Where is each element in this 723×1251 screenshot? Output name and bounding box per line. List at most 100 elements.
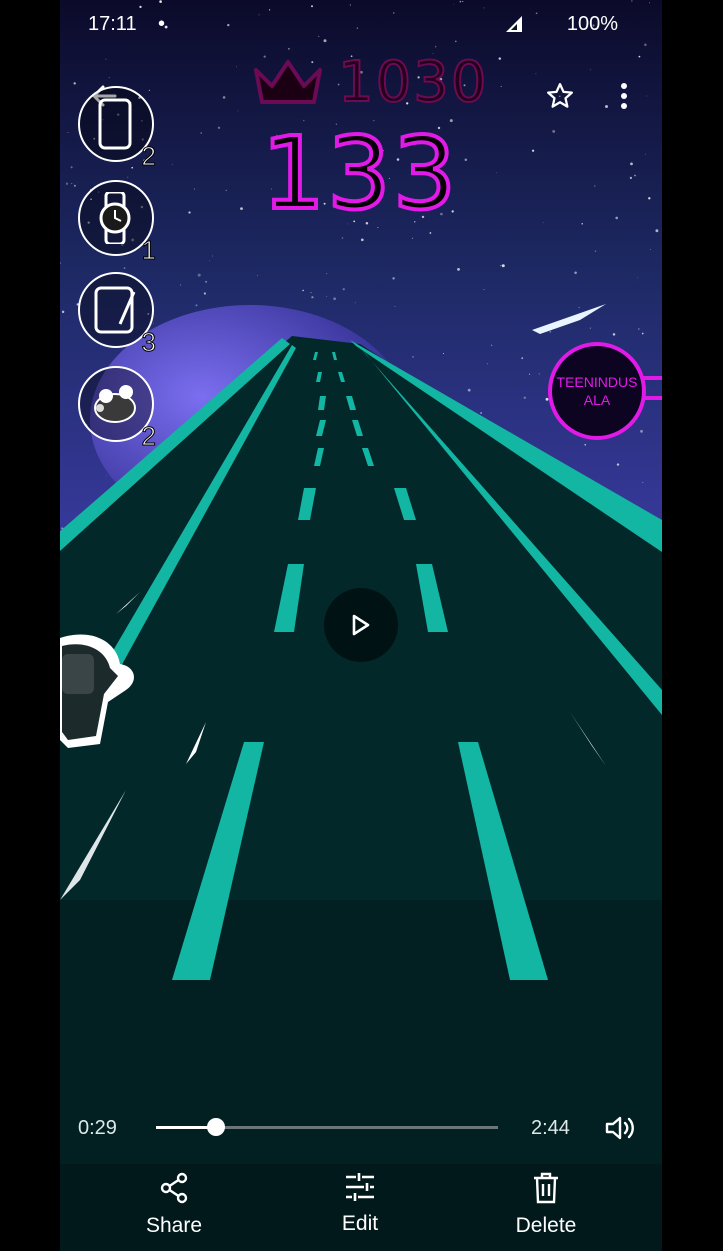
star (500, 265, 502, 267)
star (638, 328, 640, 330)
sign-connector (642, 376, 662, 400)
share-label: Share (145, 1214, 203, 1237)
star (535, 73, 537, 75)
battery-level: 100% (566, 13, 618, 35)
star (65, 182, 69, 185)
star (483, 289, 485, 290)
star (61, 310, 65, 314)
device-counter-watch: 1 (78, 180, 157, 266)
star (360, 238, 364, 242)
star (105, 58, 107, 60)
device-count: 2 (141, 421, 157, 452)
star (222, 96, 226, 99)
star (637, 277, 638, 279)
star (73, 184, 76, 187)
star (542, 222, 544, 223)
star (584, 443, 586, 446)
star (106, 475, 107, 477)
star (629, 176, 633, 180)
star (200, 132, 202, 134)
signal-icon (506, 16, 522, 32)
star (641, 332, 644, 335)
best-score: 1030 (250, 50, 490, 116)
delete-button[interactable]: Delete (486, 1172, 606, 1248)
star (127, 176, 129, 178)
star (574, 271, 577, 274)
share-button[interactable]: Share (114, 1172, 234, 1248)
star (500, 86, 502, 87)
more-vert-icon (621, 83, 627, 109)
play-button[interactable] (324, 588, 398, 662)
star (67, 132, 69, 133)
status-time: 17:11 (88, 13, 137, 35)
star (549, 330, 552, 333)
star (326, 273, 328, 274)
status-bar: 17:11 • 100% (60, 0, 662, 48)
star (498, 57, 502, 60)
star (392, 277, 395, 280)
star (341, 237, 344, 239)
star (212, 255, 214, 257)
star (646, 95, 648, 97)
star (311, 296, 314, 299)
star (240, 207, 243, 210)
star (429, 232, 432, 234)
volume-button[interactable] (600, 1108, 640, 1148)
seek-thumb[interactable] (207, 1118, 226, 1136)
earbuds-icon (94, 385, 136, 423)
star (589, 327, 591, 329)
sign-label: TEENINDUS ALA (556, 374, 638, 408)
star (205, 280, 208, 283)
phone-icon (98, 98, 132, 150)
star (333, 297, 336, 301)
star (501, 264, 505, 268)
device-count: 1 (141, 235, 157, 266)
star (197, 273, 201, 277)
star (594, 250, 597, 252)
star (578, 306, 580, 309)
play-icon (352, 614, 370, 636)
star (642, 481, 644, 484)
edit-label: Edit (341, 1212, 379, 1235)
star (640, 429, 643, 433)
star (237, 110, 239, 112)
star (153, 322, 155, 324)
star (235, 66, 237, 68)
playback-controls: 0:29 2:44 (60, 1100, 662, 1156)
crown-icon (254, 60, 322, 104)
star (302, 289, 304, 292)
star (171, 163, 173, 165)
star (552, 129, 556, 133)
star (310, 292, 312, 294)
seek-bar[interactable] (156, 1118, 498, 1136)
delete-label: Delete (515, 1214, 577, 1237)
total-duration: 2:44 (531, 1117, 570, 1139)
more-options-button[interactable] (602, 74, 646, 118)
star (521, 357, 524, 360)
star (490, 344, 493, 346)
device-count: 2 (141, 141, 157, 172)
star (523, 396, 526, 399)
star (123, 267, 126, 269)
star (634, 174, 636, 177)
favorite-button[interactable] (538, 74, 582, 118)
device-count: 3 (141, 327, 157, 358)
star (638, 55, 641, 58)
star-outline-icon (547, 83, 573, 108)
notification-dot: • (158, 13, 166, 35)
star (195, 304, 198, 307)
star (442, 353, 445, 355)
elapsed-time: 0:29 (78, 1117, 117, 1139)
star (529, 373, 531, 375)
volume-icon (605, 1116, 634, 1140)
star (496, 172, 497, 174)
star (179, 284, 182, 286)
device-counter-phone: 2 (78, 86, 157, 172)
star (630, 162, 633, 166)
video-viewer-screen: 17:11 • 100% 1030 133 2 1 3 2 TEENINDUS … (60, 0, 662, 1251)
edit-button[interactable]: Edit (300, 1172, 420, 1248)
star (354, 302, 356, 304)
star (131, 166, 134, 169)
star (217, 126, 221, 129)
star (655, 229, 659, 233)
